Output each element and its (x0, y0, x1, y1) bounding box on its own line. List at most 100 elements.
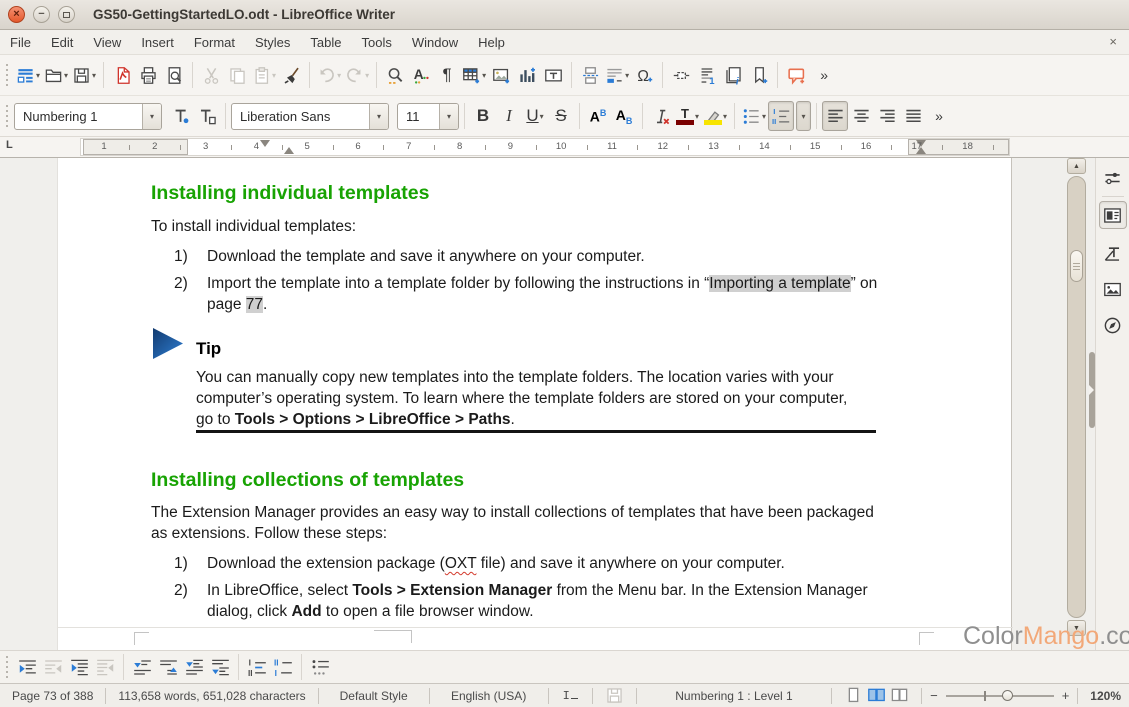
font-name-combo[interactable]: Liberation Sans ▾ (231, 103, 389, 130)
scrollbar-thumb[interactable] (1070, 250, 1083, 282)
formatting-marks-button[interactable]: ¶ (434, 60, 460, 90)
close-document-button[interactable]: × (1105, 34, 1121, 49)
align-center-button[interactable] (848, 101, 874, 131)
insert-table-button[interactable]: ▾ (460, 60, 488, 90)
print-preview-button[interactable] (161, 60, 187, 90)
export-pdf-button[interactable] (109, 60, 135, 90)
font-size-combo[interactable]: 11 ▾ (397, 103, 459, 130)
superscript-button[interactable]: AB (585, 101, 611, 131)
zoom-slider-knob[interactable] (1002, 690, 1013, 701)
demote-one-level-button[interactable] (14, 652, 40, 682)
cross-reference-field[interactable]: Importing a template (709, 275, 850, 292)
menu-insert[interactable]: Insert (131, 31, 184, 54)
scrollbar-track[interactable] (1067, 176, 1086, 618)
bullets-numbering-options-button[interactable] (307, 652, 333, 682)
left-indent-marker[interactable] (284, 147, 294, 154)
bullet-list-button[interactable]: ▾ (740, 101, 768, 131)
insert-image-button[interactable] (488, 60, 514, 90)
move-down-subpoints-button[interactable] (181, 652, 207, 682)
menu-view[interactable]: View (83, 31, 131, 54)
insert-bookmark-button[interactable] (746, 60, 772, 90)
move-up-subpoints-button[interactable] (207, 652, 233, 682)
page-break-button[interactable] (577, 60, 603, 90)
demote-with-subpoints-button[interactable] (66, 652, 92, 682)
ruler[interactable]: 123456789101112131415161718 (80, 138, 1010, 156)
open-button[interactable]: ▾ (42, 60, 70, 90)
menu-file[interactable]: File (0, 31, 41, 54)
document-page[interactable]: Installing individual templates To insta… (57, 158, 1012, 650)
update-style-button[interactable] (168, 101, 194, 131)
toolbar-drag-handle[interactable] (3, 64, 10, 86)
new-style-button[interactable] (194, 101, 220, 131)
insert-footnote-button[interactable]: 1 (694, 60, 720, 90)
zoom-in-button[interactable]: + (1062, 688, 1070, 703)
chevron-down-icon[interactable]: ▾ (92, 71, 96, 80)
align-left-button[interactable] (822, 101, 848, 131)
page-number-field[interactable]: 77 (246, 296, 263, 313)
vertical-scrollbar[interactable]: ▲ ▼ (1066, 158, 1088, 650)
highlight-color-button[interactable]: ▾ (701, 101, 729, 131)
scroll-up-icon[interactable]: ▲ (1067, 158, 1086, 174)
toolbar-overflow-button[interactable]: » (926, 101, 952, 131)
sidebar-tab-properties[interactable] (1099, 201, 1127, 229)
sidebar-settings-button[interactable] (1099, 164, 1127, 192)
sidebar-tab-navigator[interactable] (1099, 311, 1127, 339)
insert-unnumbered-entry-button[interactable]: III (244, 652, 270, 682)
special-character-button[interactable]: Ω (631, 60, 657, 90)
zoom-level[interactable]: 120% (1078, 689, 1129, 703)
restart-numbering-button[interactable]: III (270, 652, 296, 682)
menu-styles[interactable]: Styles (245, 31, 300, 54)
outline-level-indicator[interactable]: Numbering 1 : Level 1 (637, 689, 831, 703)
window-close-icon[interactable]: × (8, 6, 25, 23)
sidebar-tab-gallery[interactable] (1099, 275, 1127, 303)
zoom-out-button[interactable]: − (930, 688, 938, 703)
underline-button[interactable]: U▾ (522, 101, 548, 131)
chevron-down-icon[interactable]: ▾ (36, 71, 40, 80)
print-button[interactable] (135, 60, 161, 90)
menu-tools[interactable]: Tools (351, 31, 401, 54)
tab-stop-selector[interactable]: L (6, 139, 13, 151)
page-style[interactable]: Default Style (319, 689, 429, 703)
menu-table[interactable]: Table (300, 31, 351, 54)
toolbar-drag-handle[interactable] (3, 656, 10, 678)
move-up-button[interactable] (155, 652, 181, 682)
italic-button[interactable]: I (496, 101, 522, 131)
insert-field-button[interactable]: ▾ (603, 60, 631, 90)
menu-window[interactable]: Window (402, 31, 468, 54)
clone-formatting-button[interactable] (278, 60, 304, 90)
insert-chart-button[interactable] (514, 60, 540, 90)
save-button[interactable]: ▾ (70, 60, 98, 90)
window-minimize-icon[interactable]: − (33, 6, 50, 23)
chevron-down-icon[interactable]: ▾ (64, 71, 68, 80)
ordered-list-button[interactable]: III (768, 101, 794, 131)
toolbar-drag-handle[interactable] (3, 105, 10, 127)
insert-hyperlink-button[interactable] (668, 60, 694, 90)
sidebar-tab-styles[interactable] (1099, 239, 1127, 267)
insert-endnote-button[interactable]: i (720, 60, 746, 90)
multi-page-view-icon[interactable] (867, 686, 886, 705)
align-right-button[interactable] (874, 101, 900, 131)
page-count[interactable]: Page 73 of 388 (0, 689, 105, 703)
insert-mode-indicator[interactable]: I (549, 689, 592, 703)
window-maximize-icon[interactable] (58, 6, 75, 23)
insert-comment-button[interactable] (783, 60, 809, 90)
menu-format[interactable]: Format (184, 31, 245, 54)
ordered-list-dropdown[interactable]: ▾ (796, 101, 811, 131)
text-language[interactable]: English (USA) (430, 689, 548, 703)
zoom-slider-track[interactable] (946, 695, 1054, 697)
strikethrough-button[interactable]: S (548, 101, 574, 131)
justify-button[interactable] (900, 101, 926, 131)
chevron-down-icon[interactable]: ▾ (142, 104, 161, 129)
chevron-down-icon[interactable]: ▾ (369, 104, 388, 129)
book-view-icon[interactable] (890, 686, 909, 705)
paragraph-style-combo[interactable]: Numbering 1 ▾ (14, 103, 162, 130)
bold-button[interactable]: B (470, 101, 496, 131)
single-page-view-icon[interactable] (844, 686, 863, 705)
subscript-button[interactable]: AB (611, 101, 637, 131)
find-replace-button[interactable] (382, 60, 408, 90)
new-document-button[interactable]: ▾ (14, 60, 42, 90)
spelling-button[interactable]: A (408, 60, 434, 90)
clear-formatting-button[interactable] (648, 101, 674, 131)
chevron-down-icon[interactable]: ▾ (439, 104, 458, 129)
move-down-button[interactable] (129, 652, 155, 682)
